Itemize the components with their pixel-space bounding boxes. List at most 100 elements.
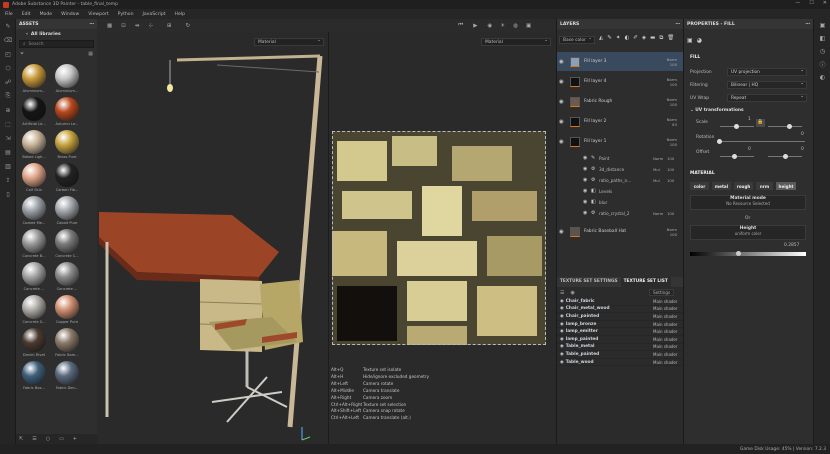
panel-menu-icon[interactable]: ⋯ — [805, 22, 810, 27]
mask-icon[interactable]: ◐ — [624, 35, 629, 42]
eye-icon[interactable]: ◉ — [560, 337, 564, 342]
viewport-divider[interactable] — [328, 32, 329, 444]
eye-icon[interactable]: ◉ — [570, 290, 574, 296]
scale-value[interactable]: 1 — [748, 117, 751, 122]
material-mode-box[interactable]: Material mode No Resource Selected — [690, 195, 806, 210]
selection-icon[interactable]: ⬚ — [0, 117, 16, 131]
tab-texture-set-list[interactable]: TEXTURE SET LIST — [620, 277, 671, 287]
channel-nrm-button[interactable]: nrm — [756, 182, 773, 190]
search-input[interactable]: ⌕ Search — [19, 40, 94, 48]
eye-icon[interactable]: ◉ — [583, 166, 591, 172]
smudge-icon[interactable]: ☍ — [0, 75, 16, 89]
effect-row[interactable]: ◉ ⚙ ratio_paths_n... Mul 100 — [557, 175, 684, 185]
effect-row[interactable]: ◉ ⚙ 3d_distance Mul 100 — [557, 164, 684, 174]
add-icon[interactable]: + — [73, 436, 77, 442]
material-thumbnail[interactable]: Concrete ... — [52, 262, 82, 291]
library-icon[interactable]: ▥ — [0, 159, 16, 173]
center-icon[interactable]: ⊞ — [167, 23, 172, 29]
material-properties-icon[interactable]: ◕ — [697, 37, 702, 44]
height-value[interactable]: 0.2857 — [784, 243, 799, 248]
skip-start-icon[interactable]: ⏮ — [458, 22, 463, 29]
minimize-button[interactable]: — — [795, 0, 800, 6]
settings-button[interactable]: Settings — [649, 289, 675, 296]
eye-icon[interactable]: ◉ — [583, 155, 591, 161]
effect-blend[interactable]: Mul — [653, 167, 667, 172]
effect-opacity[interactable]: 100 — [667, 211, 674, 216]
material-thumbnail[interactable]: Concrete C... — [52, 229, 82, 258]
menu-edit[interactable]: Edit — [22, 12, 31, 17]
folder-icon[interactable]: ▭ — [59, 436, 64, 442]
document-icon[interactable]: ▯ — [0, 187, 16, 201]
material-thumbnail[interactable]: Aluminium... — [52, 64, 82, 93]
eye-icon[interactable]: ◉ — [560, 299, 564, 304]
effect-icon[interactable]: ✦ — [616, 35, 621, 42]
material-thumbnail[interactable]: Denim Rivet — [19, 328, 49, 357]
eye-icon[interactable]: ◉ — [583, 188, 591, 194]
geometry-mask-icon[interactable]: ⬡ — [0, 61, 16, 75]
maximize-button[interactable]: ☐ — [809, 0, 813, 6]
layer-opacity[interactable]: 63 — [672, 122, 677, 127]
material-thumbnail[interactable]: Cobalt Pure — [52, 196, 82, 225]
effect-row[interactable]: ◉ ✎ Paint Norm 100 — [557, 153, 684, 163]
texture-set-row[interactable]: ◉ Table_painted Main shader — [557, 351, 683, 359]
effect-row[interactable]: ◉ ◧ blur — [557, 197, 684, 207]
paint-brush-icon[interactable]: ✎ — [0, 19, 16, 33]
texture-set-row[interactable]: ◉ Chair_painted Main shader — [557, 313, 683, 321]
material-thumbnail[interactable]: Fabric Bas... — [19, 361, 49, 390]
import-icon[interactable]: ⇱ — [19, 436, 23, 442]
eye-icon[interactable]: ◉ — [560, 344, 564, 349]
axis-icon[interactable]: ⊹ — [148, 23, 153, 29]
layer-row[interactable]: ◉ Fabric Baseball Hat Norm 100 — [557, 222, 684, 241]
tab-texture-set-settings[interactable]: TEXTURE SET SETTINGS — [557, 277, 621, 287]
bake-icon[interactable]: ▤ — [0, 145, 16, 159]
eye-icon[interactable]: ◉ — [583, 199, 591, 205]
menu-window[interactable]: Window — [61, 12, 79, 17]
effect-opacity[interactable]: 100 — [667, 167, 674, 172]
channel-rough-button[interactable]: rough — [734, 182, 753, 190]
panel-menu-icon[interactable]: ⋯ — [675, 22, 680, 27]
uv-transformations-header[interactable]: ⌄ UV transformations — [690, 108, 744, 113]
effect-blend[interactable]: Norm — [653, 211, 667, 216]
material-thumbnail[interactable]: Concrete B... — [19, 229, 49, 258]
eye-icon[interactable]: ◉ — [559, 99, 567, 105]
texture-set-row[interactable]: ◉ lamp_bronze Main shader — [557, 321, 683, 329]
circle-icon[interactable]: ○ — [46, 436, 50, 442]
channel-metal-button[interactable]: metal — [712, 182, 731, 190]
offset-x-value[interactable]: 0 — [748, 147, 751, 152]
layer-properties-icon[interactable]: ▣ — [687, 37, 693, 44]
material-thumbnail[interactable]: Fabric Den... — [52, 361, 82, 390]
info-icon[interactable]: ⓘ — [814, 58, 830, 71]
layer-opacity[interactable]: 100 — [670, 102, 677, 107]
frame-icon[interactable]: ⊡ — [121, 23, 126, 29]
menu-python[interactable]: Python — [118, 12, 134, 17]
texture-set-row[interactable]: ◉ Table_metal Main shader — [557, 344, 683, 352]
eye-icon[interactable]: ◉ — [559, 59, 567, 65]
channel-dropdown[interactable]: Base color — [559, 36, 595, 44]
material-thumbnail[interactable]: Carbon Fib... — [52, 163, 82, 192]
grid-view-icon[interactable]: ▦ — [88, 51, 93, 57]
effect-row[interactable]: ◉ ◧ Levels — [557, 186, 684, 196]
chevron-left-icon[interactable]: ‹ — [26, 32, 28, 37]
light-icon[interactable]: ☀ — [500, 23, 505, 29]
projection-dropdown[interactable]: UV projection — [727, 68, 807, 76]
projection-icon[interactable]: ◰ — [0, 47, 16, 61]
material-thumbnail[interactable]: Baked Ligh... — [19, 130, 49, 159]
offset-x-slider[interactable] — [720, 156, 754, 157]
rotation-slider-handle[interactable] — [717, 139, 722, 144]
eye-icon[interactable]: ◉ — [560, 314, 564, 319]
channel-height-button[interactable]: height — [776, 182, 796, 190]
material-thumbnail[interactable]: Calf Skin — [19, 163, 49, 192]
channel-color-button[interactable]: color — [690, 182, 709, 190]
filtering-dropdown[interactable]: Bilinear | HQ — [727, 81, 807, 89]
duplicate-icon[interactable]: ⧉ — [659, 35, 663, 42]
paint-layer-icon[interactable]: ✎ — [607, 35, 612, 42]
filter-icon[interactable]: ⏷ — [20, 51, 24, 57]
material-thumbnail[interactable]: Artificial Le... — [19, 97, 49, 126]
rotation-slider[interactable] — [717, 141, 805, 142]
close-button[interactable]: ✕ — [823, 0, 827, 6]
folder-icon[interactable]: ▬ — [650, 35, 655, 42]
camera-icon[interactable]: ◉ — [487, 23, 492, 29]
eye-icon[interactable]: ◉ — [560, 322, 564, 327]
uv-frame[interactable] — [332, 131, 546, 345]
refresh-icon[interactable]: ↻ — [186, 23, 191, 29]
